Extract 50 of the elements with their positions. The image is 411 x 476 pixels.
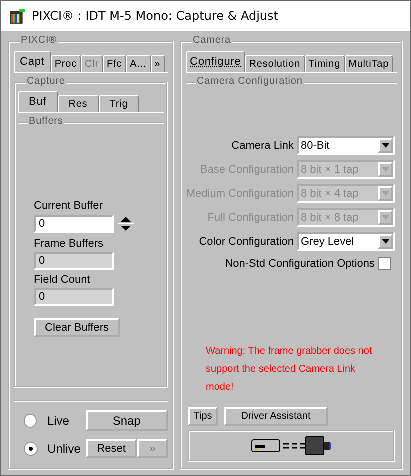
dropdown-arrow-icon[interactable] [382, 143, 390, 148]
radio-label: Live [47, 414, 70, 428]
field-label: Base Configuration [200, 164, 294, 176]
field-label: Frame Buffers [34, 238, 104, 250]
group-title: PIXCI® [20, 35, 58, 46]
tab[interactable]: Proc [50, 55, 82, 72]
spinner-icon[interactable] [118, 214, 134, 234]
warning-text: Warning: The frame grabber does not [206, 346, 374, 357]
field-label: Camera Link [232, 140, 294, 152]
app-icon [9, 8, 26, 24]
reset-button[interactable]: Reset [86, 439, 138, 458]
tab[interactable]: A... [126, 55, 151, 72]
checkbox[interactable] [378, 257, 391, 270]
dropdown-arrow-icon[interactable] [382, 239, 390, 244]
field-label: Medium Configuration [186, 188, 294, 200]
checkbox-label: Non-Std Configuration Options [225, 258, 375, 270]
tab[interactable]: » [150, 55, 165, 72]
warning-text: support the selected Camera Link [206, 364, 357, 375]
dropdown[interactable]: 80-Bit [297, 136, 395, 155]
input-field[interactable]: 0 [34, 288, 114, 306]
field-label: Current Buffer [34, 200, 104, 212]
tab[interactable]: Res [58, 95, 99, 112]
field-label: Full Configuration [208, 212, 294, 224]
tab[interactable]: Ffc [103, 55, 126, 72]
clear-buffers-button[interactable]: Clear Buffers [34, 318, 120, 337]
group-title: Capture [26, 76, 66, 87]
group-title: Camera [192, 35, 232, 46]
tab[interactable]: Buf [18, 91, 58, 112]
group-title: Buffers [28, 116, 64, 127]
tab[interactable]: MultiTap [344, 55, 394, 72]
radio-label: Unlive [48, 442, 82, 456]
field-label: Color Configuration [199, 236, 294, 248]
snap-button[interactable]: Snap [86, 410, 168, 431]
tab[interactable]: Configure [186, 51, 246, 72]
tips-button[interactable]: Tips [188, 407, 218, 426]
tab[interactable]: Capt [14, 51, 51, 72]
camera-connection-icon [250, 436, 332, 456]
input-field[interactable]: 0 [34, 252, 114, 270]
tab[interactable]: Timing [304, 55, 345, 72]
driver-assistant-button[interactable]: Driver Assistant [224, 407, 328, 426]
radio-button[interactable] [24, 442, 38, 456]
input-field[interactable]: 0 [34, 215, 114, 233]
radio-button[interactable] [24, 414, 38, 428]
group-title: Camera Configuration [196, 76, 304, 87]
tab[interactable]: Trig [98, 95, 140, 112]
warning-text: mode! [206, 382, 235, 393]
dropdown[interactable]: Grey Level [297, 232, 395, 251]
window-title: PIXCI® : IDT M-5 Mono: Capture & Adjust [32, 9, 278, 23]
field-label: Field Count [34, 274, 92, 286]
tab[interactable]: Resolution [245, 55, 305, 72]
